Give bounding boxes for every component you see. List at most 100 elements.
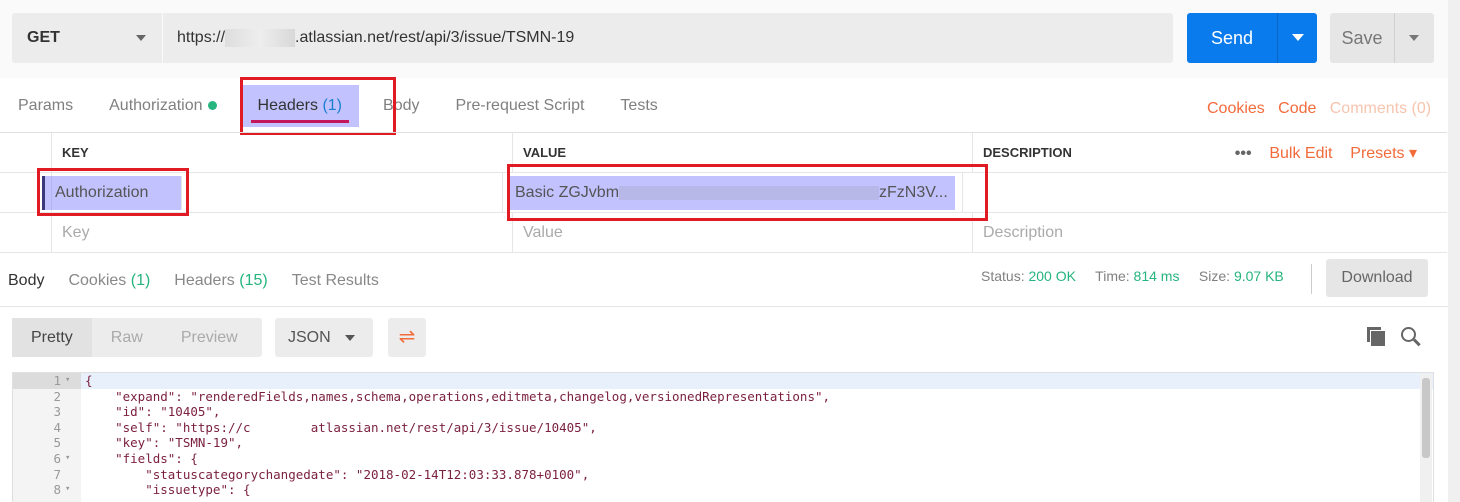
tab-label: Authorization [109,97,203,114]
header-description-input[interactable] [963,173,1437,212]
key-cell-rest [182,173,503,212]
description-input[interactable]: Description [973,213,1447,252]
tab-authorization[interactable]: Authorization [91,97,234,115]
column-key: KEY [52,133,513,172]
copy-icon[interactable] [1367,327,1385,346]
fold-arrow-icon[interactable]: ▾ [65,373,81,389]
size-value: 9.07 KB [1233,268,1284,284]
size-label: Size: [1198,268,1231,284]
code-text: "expand": "renderedFields,names,schema,o… [85,388,831,404]
method-select[interactable]: GET [12,13,162,63]
code-text: "id": "10405", [85,404,221,420]
presets-dropdown[interactable]: Presets [1350,145,1404,162]
tab-pre-request-script[interactable]: Pre-request Script [437,97,602,115]
chevron-down-icon [136,35,146,46]
save-button[interactable]: Save [1330,13,1434,63]
line-number: 1 [13,373,65,389]
tab-tests[interactable]: Tests [602,97,675,115]
code-line: 3 "id": "10405", [13,404,1433,420]
page-scrollbar[interactable] [1448,0,1460,502]
format-select[interactable]: JSON [275,318,373,357]
code-line: 8 ▾ "issuetype": { [13,482,1433,498]
wrap-lines-button[interactable]: ⇌ [388,318,426,357]
tab-response-cookies[interactable]: Cookies (1) [56,272,162,290]
code-line: 2 "expand": "renderedFields,names,schema… [13,389,1433,405]
bulk-edit-link[interactable]: Bulk Edit [1269,145,1332,162]
row-checkbox-empty [0,213,52,252]
tab-count: (15) [239,272,268,289]
more-icon[interactable]: ••• [1235,145,1252,162]
format-label: JSON [288,328,331,346]
chevron-down-icon [1409,35,1419,46]
request-links: Cookies Code Comments (0) [1207,100,1431,118]
tab-test-results[interactable]: Test Results [280,272,391,290]
divider [0,306,1448,307]
fold-arrow-icon[interactable] [65,404,81,420]
method-label: GET [27,29,60,46]
column-label: DESCRIPTION [983,145,1072,160]
save-dropdown[interactable] [1394,13,1434,63]
search-icon[interactable] [1401,327,1421,347]
code-text: "issuetype": { [85,482,251,498]
code-line: 4 "self": "https://c atlassian.net/rest/… [13,420,1433,436]
view-mode-tabs: Pretty Raw Preview [12,318,262,357]
code-link[interactable]: Code [1278,100,1316,117]
tab-label: Headers [174,272,235,289]
tab-params[interactable]: Params [0,97,91,115]
cookies-link[interactable]: Cookies [1207,100,1265,117]
time-label: Time: [1095,268,1130,284]
code-line: 6 ▾ "fields": { [13,451,1433,467]
line-number: 4 [53,419,61,435]
redacted-blur [225,29,296,47]
mode-raw[interactable]: Raw [92,329,162,347]
response-stats: Status: 200 OK Time: 814 ms Size: 9.07 K… [981,268,1284,284]
line-number: 6 [53,450,61,466]
code-text: { [85,373,93,388]
line-number: 7 [53,466,61,482]
save-label: Save [1341,27,1383,48]
line-number: 2 [53,388,61,404]
divider [1311,264,1312,294]
tab-response-headers[interactable]: Headers (15) [162,272,279,290]
fold-arrow-icon[interactable] [65,420,81,436]
highlight-box [507,164,988,221]
code-text: "key": "TSMN-19", [85,435,244,451]
fold-arrow-icon[interactable] [65,389,81,405]
time-value: 814 ms [1133,268,1180,284]
highlight-box [240,77,396,135]
checkbox-column [0,133,52,172]
fold-arrow-icon[interactable]: ▾ [65,482,81,498]
status-label: Status: [981,268,1025,284]
code-text: "statuscategorychangedate": "2018-02-14T… [85,466,590,482]
fold-arrow-icon[interactable] [65,467,81,483]
tab-label: Cookies [68,272,127,289]
url-input[interactable]: https:// .atlassian.net/rest/api/3/issue/… [163,13,1173,63]
code-text: "self": "https://c atlassian.net/rest/ap… [85,419,597,435]
response-body-editor[interactable]: 1 ▾{2 "expand": "renderedFields,names,sch… [12,372,1434,502]
fold-arrow-icon[interactable]: ▾ [65,451,81,467]
chevron-down-icon [345,335,355,346]
url-suffix: .atlassian.net/rest/api/3/issue/TSMN-19 [295,29,575,46]
line-number: 5 [53,435,61,451]
editor-scrollbar[interactable] [1420,374,1432,502]
fold-arrow-icon[interactable] [65,435,81,451]
code-line: 5 "key": "TSMN-19", [13,435,1433,451]
tab-response-body[interactable]: Body [0,272,56,290]
tab-count: (1) [130,272,151,289]
column-description: DESCRIPTION ••• Bulk Edit Presets ▾ [983,144,1417,162]
comments-link[interactable]: Comments (0) [1330,100,1431,117]
send-label: Send [1210,27,1254,48]
highlight-box [37,168,189,216]
url-prefix: https:// [177,29,226,46]
send-dropdown[interactable] [1277,13,1317,63]
key-input[interactable]: Key [52,213,513,252]
mode-pretty[interactable]: Pretty [12,318,92,357]
send-button[interactable]: Send [1187,13,1317,63]
line-number: 8 [53,482,61,498]
code-line: 7 "statuscategorychangedate": "2018-02-1… [13,467,1433,483]
mode-preview[interactable]: Preview [162,329,257,347]
download-button[interactable]: Download [1326,259,1428,297]
line-number: 3 [53,404,61,420]
code-text: "fields": { [85,450,198,466]
code-line: 1 ▾ { [13,373,1433,389]
